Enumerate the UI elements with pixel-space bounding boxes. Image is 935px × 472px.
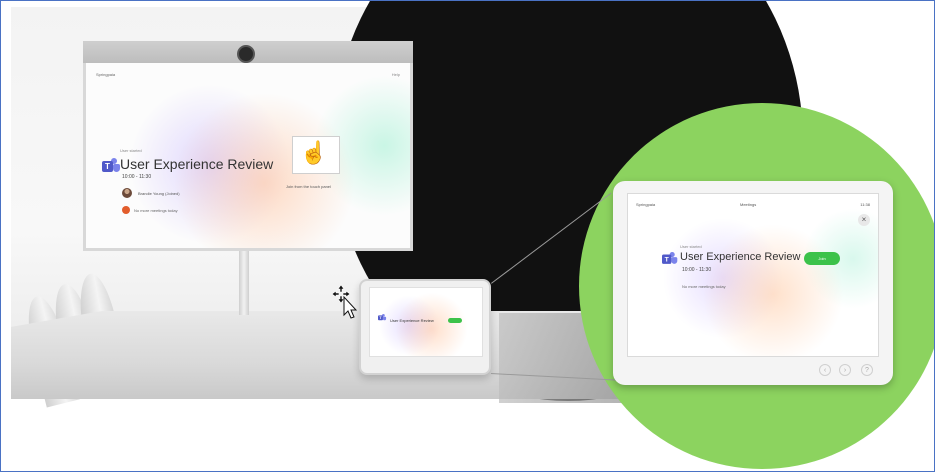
forward-icon[interactable]: ›	[839, 364, 851, 376]
display-no-more-meetings: No more meetings today	[134, 208, 178, 213]
panel-header: Meetings	[740, 202, 757, 207]
camera-icon	[237, 45, 255, 63]
table-panel-title: User Experience Review	[390, 318, 434, 323]
move-cursor-icon	[331, 284, 358, 319]
back-icon[interactable]: ‹	[819, 364, 831, 376]
display-organizer: Brandie Young (Joined)	[138, 191, 180, 196]
touch-panel-zoomed: Springpaia Meetings 11:38 × User started…	[613, 181, 893, 385]
display-host-label: User started	[120, 148, 142, 153]
display-stand	[239, 251, 249, 315]
teams-icon: T	[102, 158, 120, 174]
teams-icon: T	[378, 314, 387, 321]
display-brand: Springpaia	[96, 72, 116, 77]
status-dot	[122, 206, 130, 214]
panel-clock: 11:38	[860, 202, 870, 207]
panel-meeting-title: User Experience Review	[680, 251, 801, 263]
display-meeting-title: User Experience Review	[120, 156, 274, 172]
close-icon[interactable]: ×	[858, 214, 870, 226]
touch-hand-icon: ☝	[300, 140, 328, 165]
table-panel-join-button[interactable]	[448, 318, 462, 323]
illustration-frame: Springpaia Help User started T User Expe…	[0, 0, 935, 472]
table-touch-panel-screen: T User Experience Review	[369, 287, 483, 357]
panel-no-more-meetings: No more meetings today	[682, 284, 726, 289]
panel-meeting-time: 10:00 - 11:30	[682, 267, 712, 273]
table-touch-panel[interactable]: T User Experience Review	[359, 279, 491, 375]
teams-icon: T	[662, 252, 678, 266]
display-meeting-time: 10:00 - 11:30	[122, 174, 152, 180]
panel-host-label: User started	[680, 244, 702, 249]
display-help-link[interactable]: Help	[392, 72, 400, 77]
main-display: Springpaia Help User started T User Expe…	[83, 41, 413, 251]
avatar	[122, 188, 132, 198]
help-icon[interactable]: ?	[861, 364, 873, 376]
touch-panel-zoomed-screen: Springpaia Meetings 11:38 × User started…	[627, 193, 879, 357]
join-button[interactable]: Join	[804, 252, 840, 265]
panel-brand: Springpaia	[636, 202, 656, 207]
display-content: Springpaia Help User started T User Expe…	[86, 62, 410, 248]
display-join-hint: Join from the touch panel	[286, 184, 331, 189]
